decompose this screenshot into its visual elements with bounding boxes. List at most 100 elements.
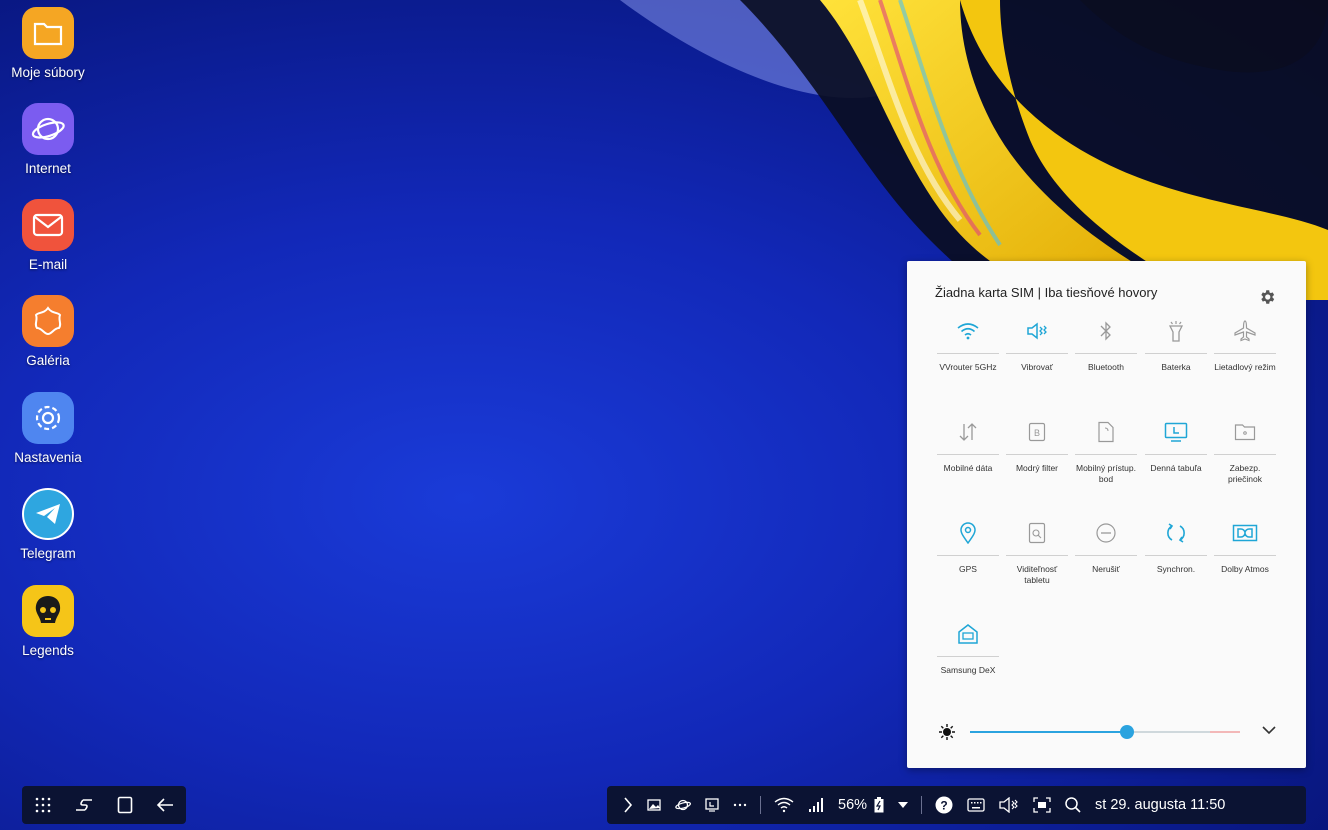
tile-secure-folder[interactable]: Zabezp. priečinok (1214, 418, 1276, 485)
desktop-icon-email[interactable]: E-mail (0, 199, 96, 272)
tile-mobile-data[interactable]: Mobilné dáta (937, 418, 999, 474)
tile-samsung-dex[interactable]: Samsung DeX (937, 620, 999, 676)
desktop-icon-label: E-mail (28, 257, 68, 272)
skull-icon (22, 585, 74, 637)
desktop-icon-gallery[interactable]: Galéria (0, 295, 96, 368)
tile-flashlight[interactable]: Baterka (1145, 317, 1207, 373)
tile-wifi[interactable]: VVrouter 5GHz (937, 317, 999, 373)
volume-vibrate-icon[interactable] (999, 797, 1019, 813)
keyboard-icon[interactable] (967, 798, 985, 812)
wallpaper-swirl (620, 0, 1328, 300)
sim-status-text: Žiadna karta SIM | Iba tiesňové hovory (935, 285, 1158, 300)
tile-label: Lietadlový režim (1214, 362, 1276, 372)
secure-folder-icon (1234, 424, 1256, 441)
desktop-icon-label: Internet (25, 161, 71, 176)
tray-separator (921, 796, 923, 814)
desktop-icon-label: Telegram (20, 546, 76, 561)
quick-settings-panel: Žiadna karta SIM | Iba tiesňové hovory V… (907, 261, 1306, 768)
desktop-icon-label: Moje súbory (11, 65, 85, 80)
flashlight-icon (1168, 321, 1184, 342)
airplane-icon (1234, 320, 1256, 342)
tile-label: Samsung DeX (940, 665, 996, 675)
tile-dolby-atmos[interactable]: Dolby Atmos (1214, 519, 1276, 575)
tile-label: GPS (959, 564, 977, 574)
sync-icon (1167, 523, 1185, 543)
blue-filter-icon: B (1028, 422, 1046, 442)
tile-tablet-visibility[interactable]: Viditeľnosť tabletu (1006, 519, 1068, 586)
screen-notification-icon[interactable] (705, 798, 719, 812)
desktop-icon-label: Legends (22, 643, 74, 658)
tile-label: Synchron. (1156, 564, 1196, 574)
tile-vibrate[interactable]: Vibrovať (1006, 317, 1068, 373)
do-not-disturb-icon (1096, 523, 1116, 543)
dex-icon (958, 624, 978, 644)
planet-notification-icon[interactable] (675, 798, 691, 812)
tile-sync[interactable]: Synchron. (1145, 519, 1207, 575)
brightness-slider-thumb[interactable] (1119, 725, 1134, 739)
tile-label: VVrouter 5GHz (939, 362, 997, 372)
desktop-icon-settings[interactable]: Nastavenia (0, 392, 96, 465)
battery-percentage: 56% (838, 797, 868, 813)
battery-icon[interactable] (874, 797, 884, 813)
tile-label: Dolby Atmos (1221, 564, 1269, 574)
tray-separator (760, 796, 761, 814)
chevron-down-icon[interactable] (1262, 725, 1276, 735)
tile-label: Baterka (1161, 362, 1191, 372)
tile-do-not-disturb[interactable]: Nerušiť (1075, 519, 1137, 575)
tile-label: Mobilný prístup. bod (1076, 463, 1136, 484)
screenshot-icon[interactable] (1033, 797, 1051, 813)
tile-blue-filter[interactable]: B Modrý filter (1006, 418, 1068, 474)
hotspot-icon (1098, 421, 1114, 443)
wifi-status-icon[interactable] (774, 797, 794, 813)
tile-label: Bluetooth (1088, 362, 1124, 372)
mail-icon (22, 199, 74, 251)
flower-icon (22, 295, 74, 347)
apps-grid-icon[interactable] (34, 796, 52, 814)
desktop-icon-internet[interactable]: Internet (0, 103, 96, 176)
vibrate-icon (1027, 322, 1047, 340)
back-icon[interactable] (156, 797, 174, 813)
location-icon (960, 522, 976, 544)
tile-label: Viditeľnosť tabletu (1016, 564, 1058, 585)
tile-label: Modrý filter (1015, 463, 1059, 473)
signal-strength-icon (808, 798, 824, 812)
bluetooth-icon (1100, 321, 1111, 341)
tile-hotspot[interactable]: Mobilný prístup. bod (1075, 418, 1137, 485)
tile-daily-board[interactable]: Denná tabuľa (1145, 418, 1207, 474)
desktop-icon-telegram[interactable]: Telegram (0, 488, 96, 561)
home-icon[interactable] (117, 796, 133, 814)
brightness-icon (939, 724, 955, 740)
brightness-slider[interactable] (970, 725, 1240, 739)
dolby-icon (1232, 524, 1258, 542)
tile-label: Nerušiť (1092, 564, 1120, 574)
date-time[interactable]: st 29. augusta 11:50 (1095, 797, 1225, 813)
tile-airplane-mode[interactable]: Lietadlový režim (1214, 317, 1276, 373)
tile-label: Vibrovať (1021, 362, 1053, 372)
tile-gps[interactable]: GPS (937, 519, 999, 575)
caret-down-icon[interactable] (898, 802, 909, 808)
desktop-icon-label: Nastavenia (14, 450, 82, 465)
chevron-right-icon[interactable] (623, 797, 633, 813)
tile-bluetooth[interactable]: Bluetooth (1075, 317, 1137, 373)
tile-label: Zabezp. priečinok (1227, 463, 1263, 484)
system-tray: 56% ? st 29. augusta 11:50 (607, 786, 1306, 824)
desktop-icon-legends[interactable]: Legends (0, 585, 96, 658)
navigation-bar (22, 786, 186, 824)
tile-label: Mobilné dáta (943, 463, 993, 473)
desktop-icon-label: Galéria (26, 353, 70, 368)
wifi-icon (957, 323, 979, 340)
folder-icon (22, 7, 74, 59)
recent-apps-icon[interactable] (75, 797, 93, 813)
desktop-icon-my-files[interactable]: Moje súbory (0, 7, 96, 80)
svg-text:?: ? (940, 799, 947, 813)
paper-plane-icon (22, 488, 74, 540)
more-notifications-icon[interactable] (733, 803, 747, 807)
settings-gear-icon[interactable] (1258, 288, 1276, 306)
gallery-notification-icon[interactable] (647, 799, 661, 811)
mobile-data-icon (959, 423, 977, 441)
help-icon[interactable]: ? (935, 796, 953, 814)
planet-icon (22, 103, 74, 155)
daily-board-icon (1164, 422, 1188, 442)
search-icon[interactable] (1065, 797, 1081, 813)
gear-icon (22, 392, 74, 444)
